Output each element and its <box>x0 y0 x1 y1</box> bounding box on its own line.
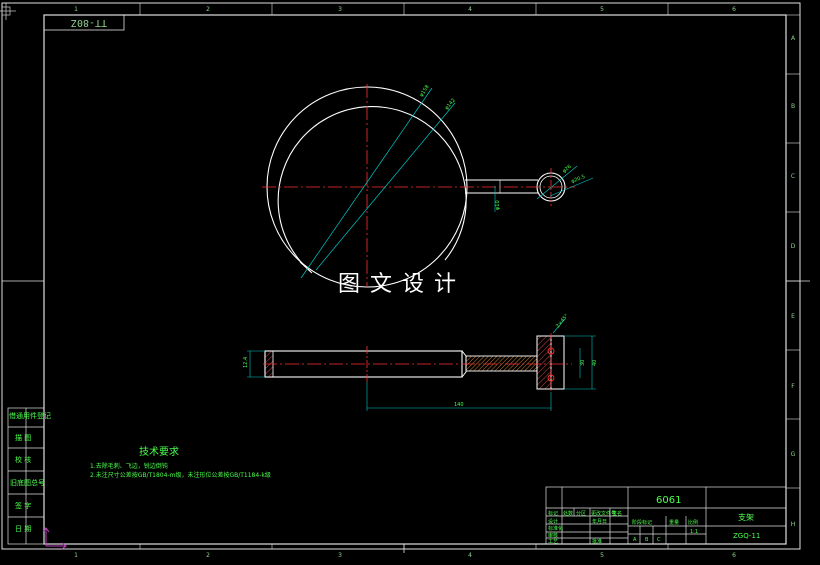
col-num: 2 <box>206 552 210 559</box>
dim-length: 140 <box>454 402 464 408</box>
tb-cell: 年月日 <box>592 518 607 525</box>
col-num: 1 <box>74 552 78 559</box>
tb-cell: 审核 <box>548 532 558 539</box>
side-label: 日 期 <box>15 525 31 533</box>
col-num: 6 <box>732 552 736 559</box>
row-letter: E <box>791 313 795 320</box>
col-num: 4 <box>468 552 472 559</box>
tb-cell: 工艺 <box>548 539 558 545</box>
dim-tube: φ10 <box>495 200 501 210</box>
tb-scale: 1:1 <box>690 529 698 535</box>
side-label: 签 字 <box>15 501 31 510</box>
tb-cell: 标记 <box>548 510 558 517</box>
tb-cell: 阶段标记 <box>632 519 652 526</box>
tech-requirement-line: 1.去除毛刺、飞边，锐边倒钝 <box>90 463 168 470</box>
tb-cell: 签名 <box>612 510 622 517</box>
dim-left-thickness: 12.4 <box>243 357 249 368</box>
tb-cell: 标准化 <box>548 525 563 532</box>
row-letter: G <box>791 451 796 458</box>
row-letter: C <box>791 173 795 180</box>
tb-cell: 重量 <box>669 519 679 526</box>
watermark-text: 图文设计 <box>338 272 467 297</box>
tb-material: 6061 <box>656 495 681 506</box>
col-num: 1 <box>74 6 78 13</box>
col-num: 6 <box>732 6 736 13</box>
col-num: 5 <box>600 552 604 559</box>
dim-eye-height: 40 <box>592 360 598 366</box>
tb-drawing-no: ZGQ-11 <box>733 532 760 540</box>
side-label: 借通用件登记 <box>9 411 51 420</box>
tb-cell: 分区 <box>576 510 586 517</box>
tb-stage: C <box>657 537 661 543</box>
side-label: 描 图 <box>15 433 31 442</box>
tb-cell: 批准 <box>592 538 602 545</box>
tb-stage: A <box>633 537 637 543</box>
row-letter: F <box>791 383 795 390</box>
tb-cell: 处数 <box>563 510 573 517</box>
tb-stage: B <box>645 537 649 543</box>
col-num: 5 <box>600 6 604 13</box>
tb-part-name: 支架 <box>738 512 754 522</box>
side-label: 旧底图总号 <box>10 478 45 487</box>
col-num: 3 <box>338 552 342 559</box>
tech-requirement-line: 2.未注尺寸公差按GB/T1804-m级，未注形位公差按GB/T1184-k级 <box>90 472 271 479</box>
col-num: 2 <box>206 6 210 13</box>
drawing-code-box: TT-80Z <box>70 17 108 28</box>
tb-cell: 设计 <box>548 518 558 525</box>
tech-requirements-title: 技术要求 <box>139 447 179 458</box>
row-letter: B <box>791 103 795 110</box>
col-num: 4 <box>468 6 472 13</box>
side-label: 校 核 <box>15 455 31 464</box>
row-letter: H <box>791 521 796 528</box>
col-num: 3 <box>338 6 342 13</box>
row-letter: D <box>791 243 796 250</box>
dim-eye-width: 30 <box>580 360 586 366</box>
tb-cell: 比例 <box>688 519 698 526</box>
